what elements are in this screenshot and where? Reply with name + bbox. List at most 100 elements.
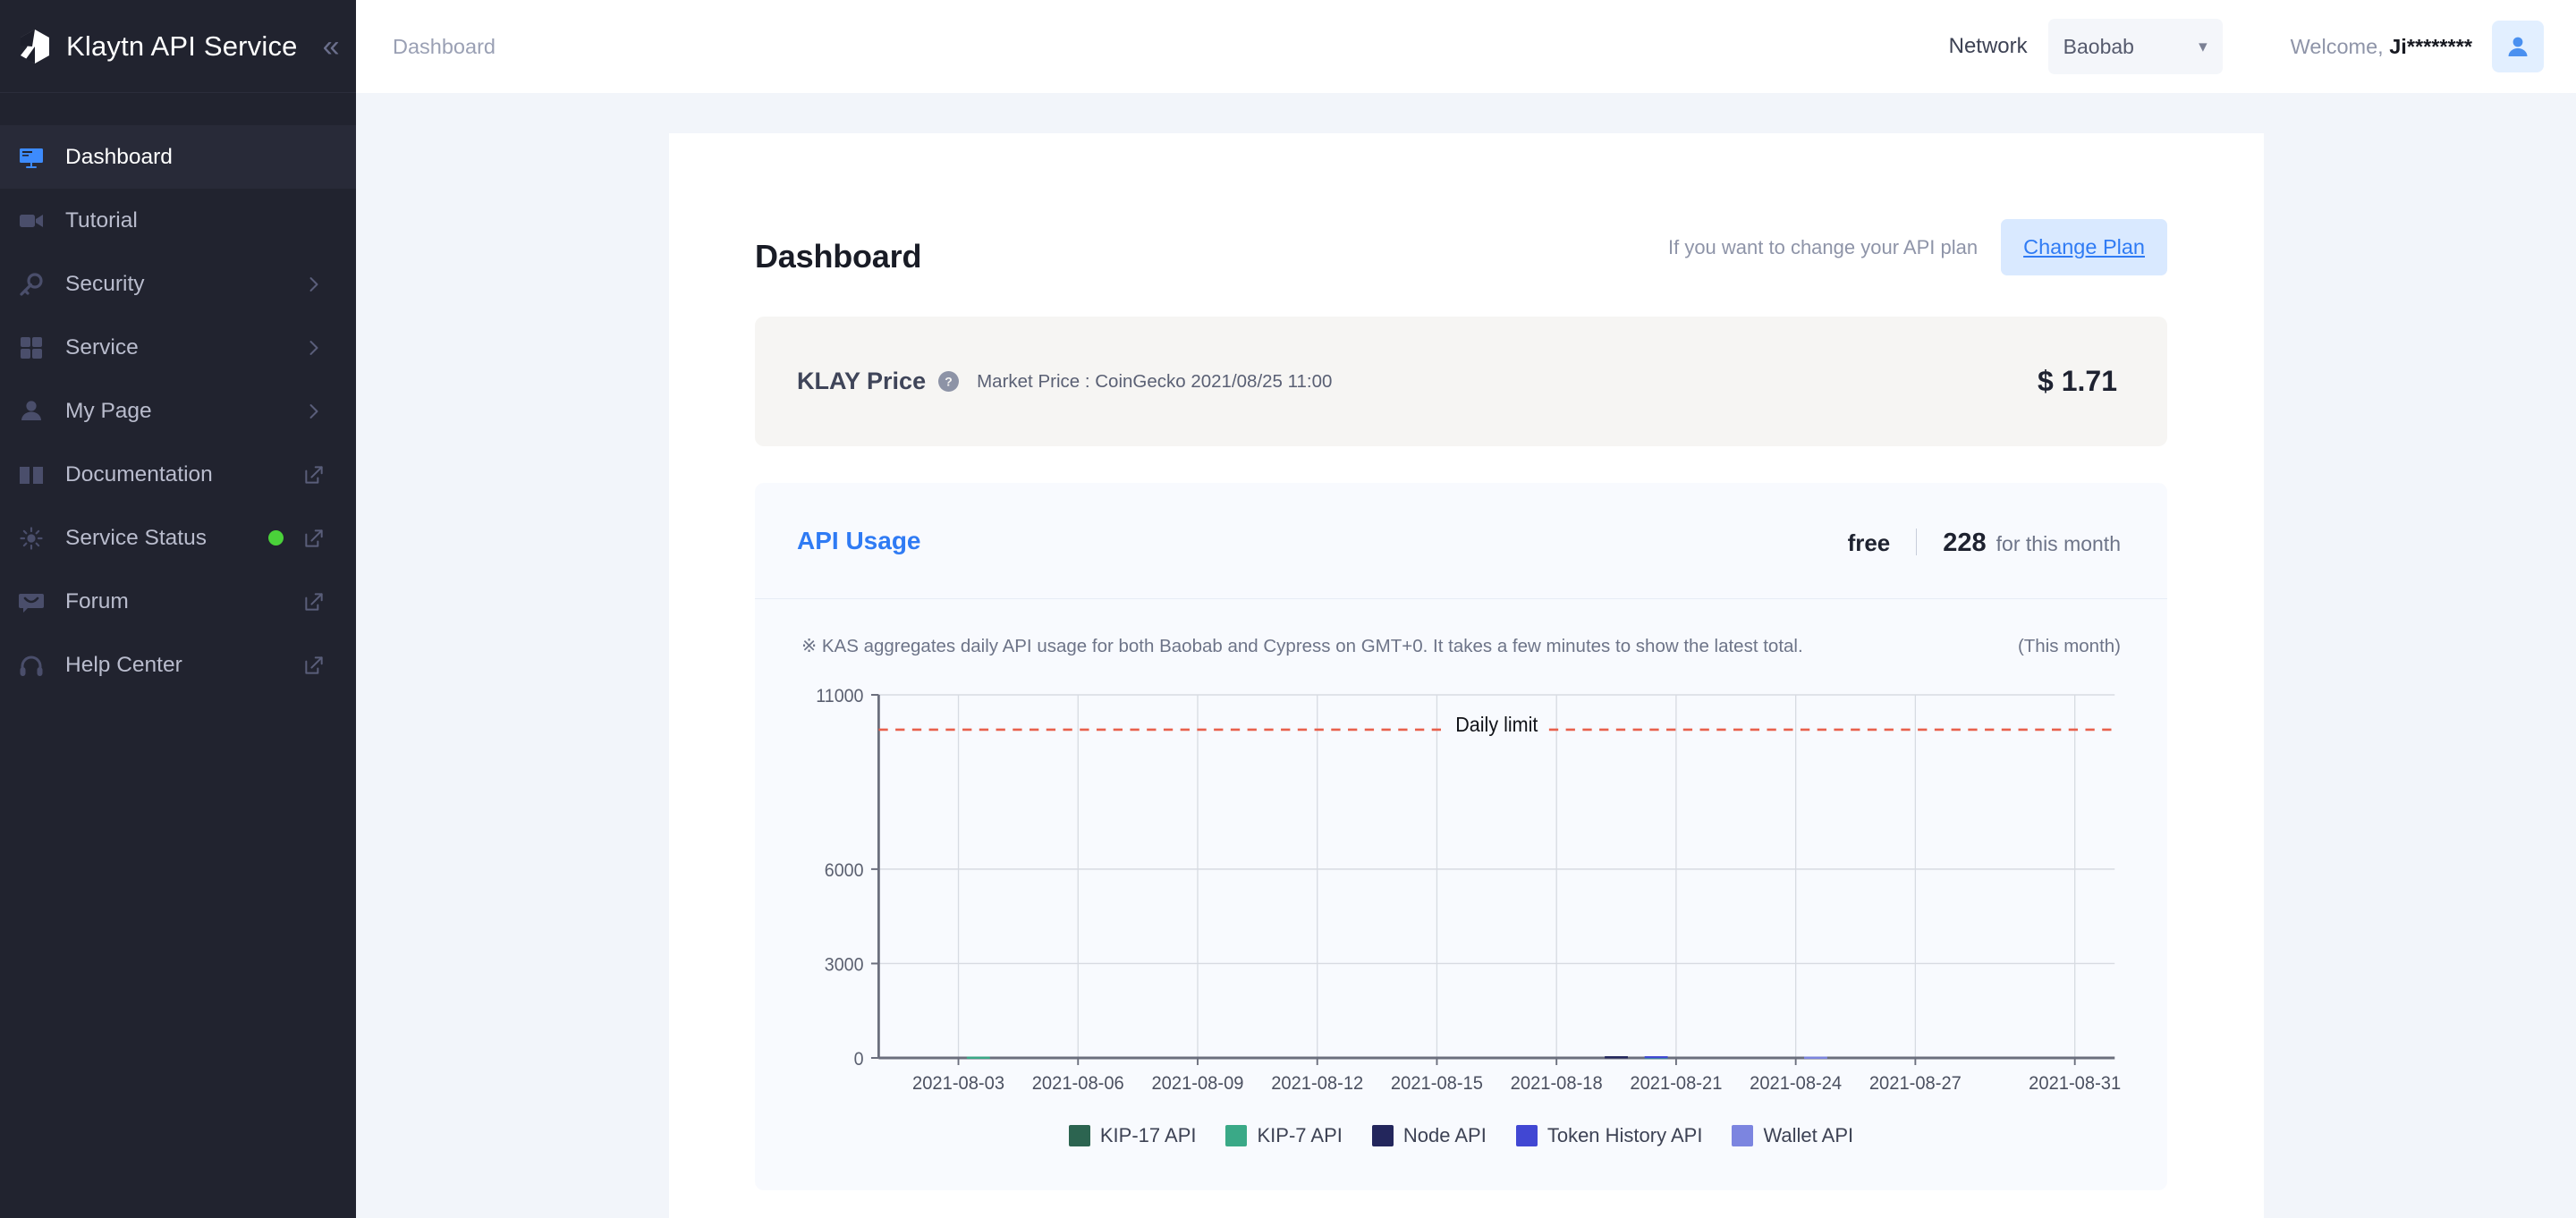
sidebar-item-documentation[interactable]: Documentation [0,443,356,506]
chart-svg: 0 3000 6000 11000 2021-08-03 2021-08-06 2021-0… [816,686,2121,1094]
service-status-dot [268,530,284,546]
person-icon [21,400,41,420]
page-title: Dashboard [755,238,922,275]
chevron-right-icon [309,403,318,419]
double-chevron-left-icon[interactable]: « [323,31,340,62]
klay-price-title: KLAY Price [797,368,927,394]
change-plan-button[interactable]: Change Plan [2001,219,2167,275]
sidebar: Klaytn API Service « Dashboard Tutorial Se… [0,0,356,1218]
sidebar-item-label: Service [65,334,139,359]
api-usage-month-label: (This month) [2017,635,2121,656]
welcome-text: Welcome, Ji******** [2291,35,2472,59]
user-avatar-icon [2508,37,2528,56]
welcome-prefix: Welcome, [2290,34,2390,58]
svg-text:2021-08-18: 2021-08-18 [1511,1072,1603,1094]
external-link-icon [302,463,326,486]
external-link-icon [302,654,326,677]
api-usage-chart[interactable]: 0 3000 6000 11000 2021-08-03 2021-08-06 2021-0… [791,682,2131,1112]
person-icon [16,396,47,427]
chevron-right-icon [309,276,318,292]
brand-header: Klaytn API Service « [0,0,356,93]
api-usage-summary: free 228 for this month [1848,524,2121,558]
main-area: Dashboard Network Baobab ▾ Welcome, Ji**… [356,0,2576,1218]
network-label: Network [1948,34,2028,58]
sidebar-item-label: My Page [65,398,152,423]
page-header: Dashboard If you want to change your API… [755,219,2167,275]
question-circle-icon[interactable]: ? [938,371,960,392]
no-tail-icon [302,146,326,169]
svg-text:2021-08-09: 2021-08-09 [1151,1072,1243,1094]
app-root: Klaytn API Service « Dashboard Tutorial Se… [0,0,2576,1218]
video-camera-icon [20,214,43,227]
legend-swatch-icon [1068,1125,1090,1146]
external-link-icon [302,590,326,613]
sidebar-item-service[interactable]: Service [0,316,356,379]
sidebar-item-tutorial[interactable]: Tutorial [0,189,356,252]
sidebar-item-label: Forum [65,588,129,613]
brand-title: Klaytn API Service [66,30,298,62]
sun-status-icon [20,526,43,550]
legend-item[interactable]: Node API [1371,1124,1487,1147]
plan-row: If you want to change your API plan Chan… [1668,219,2167,275]
chevron-right-icon [302,400,326,423]
no-tail-icon [302,209,326,233]
legend-swatch-icon [1371,1125,1394,1146]
svg-text:2021-08-31: 2021-08-31 [2029,1072,2121,1094]
welcome-username: Ji******** [2389,34,2472,58]
chat-bubble-icon [19,593,44,613]
book-icon [20,466,43,484]
legend-item[interactable]: Wallet API [1732,1124,1853,1147]
key-icon [16,269,47,300]
external-link-icon [305,529,323,547]
sidebar-item-label: Help Center [65,652,182,677]
network-select[interactable]: Baobab ▾ [2047,19,2223,74]
chevron-down-icon: ▾ [2199,37,2207,56]
chart-legend: KIP-17 API KIP-7 API Node API Token History… [791,1124,2131,1147]
svg-text:2021-08-15: 2021-08-15 [1391,1072,1483,1094]
sidebar-item-service-status[interactable]: Service Status [0,506,356,570]
svg-text:2021-08-24: 2021-08-24 [1750,1072,1842,1094]
sidebar-item-forum[interactable]: Forum [0,570,356,633]
sidebar-item-dashboard[interactable]: Dashboard [0,125,356,189]
sidebar-item-security[interactable]: Security [0,252,356,316]
svg-text:0: 0 [854,1049,864,1070]
breadcrumb: Dashboard [393,34,496,58]
sun-status-icon [16,523,47,554]
legend-item[interactable]: Token History API [1515,1124,1703,1147]
content-scroll-area[interactable]: Dashboard If you want to change your API… [356,93,2576,1218]
external-link-icon [305,465,323,484]
klay-price-value: $ 1.71 [2038,365,2117,397]
api-usage-plan: free [1847,529,1891,556]
sidebar-item-label: Tutorial [65,207,138,233]
sidebar-item-label: Dashboard [65,144,173,169]
network-select-value: Baobab [2063,34,2134,58]
avatar[interactable] [2492,21,2544,72]
legend-label: KIP-7 API [1257,1124,1343,1146]
api-usage-title[interactable]: API Usage [797,527,921,555]
chevron-right-icon [302,336,326,359]
api-usage-card: API Usage free 228 for this month ※ KAS … [755,483,2167,1190]
svg-text:2021-08-12: 2021-08-12 [1271,1072,1363,1094]
api-usage-count: 228 [1943,528,1987,557]
book-icon [16,460,47,490]
svg-text:2021-08-03: 2021-08-03 [912,1072,1004,1094]
legend-swatch-icon [1225,1125,1248,1146]
plan-note: If you want to change your API plan [1667,235,1979,258]
chat-bubble-icon [16,587,47,617]
svg-text:2021-08-27: 2021-08-27 [1869,1072,1962,1094]
legend-label: Node API [1402,1124,1487,1146]
sidebar-item-my-page[interactable]: My Page [0,379,356,443]
legend-label: Token History API [1546,1124,1703,1146]
legend-item[interactable]: KIP-7 API [1225,1124,1343,1147]
api-usage-period: for this month [1996,531,2121,555]
svg-text:6000: 6000 [825,860,864,881]
grid-icon [21,336,42,359]
external-link-icon [302,527,326,550]
legend-label: KIP-17 API [1099,1124,1197,1146]
sidebar-item-help-center[interactable]: Help Center [0,633,356,697]
divider [1916,528,1918,555]
legend-item[interactable]: KIP-17 API [1068,1124,1197,1147]
headset-icon [16,650,47,681]
api-usage-note: ※ KAS aggregates daily API usage for bot… [801,636,1803,656]
key-icon [20,272,43,296]
